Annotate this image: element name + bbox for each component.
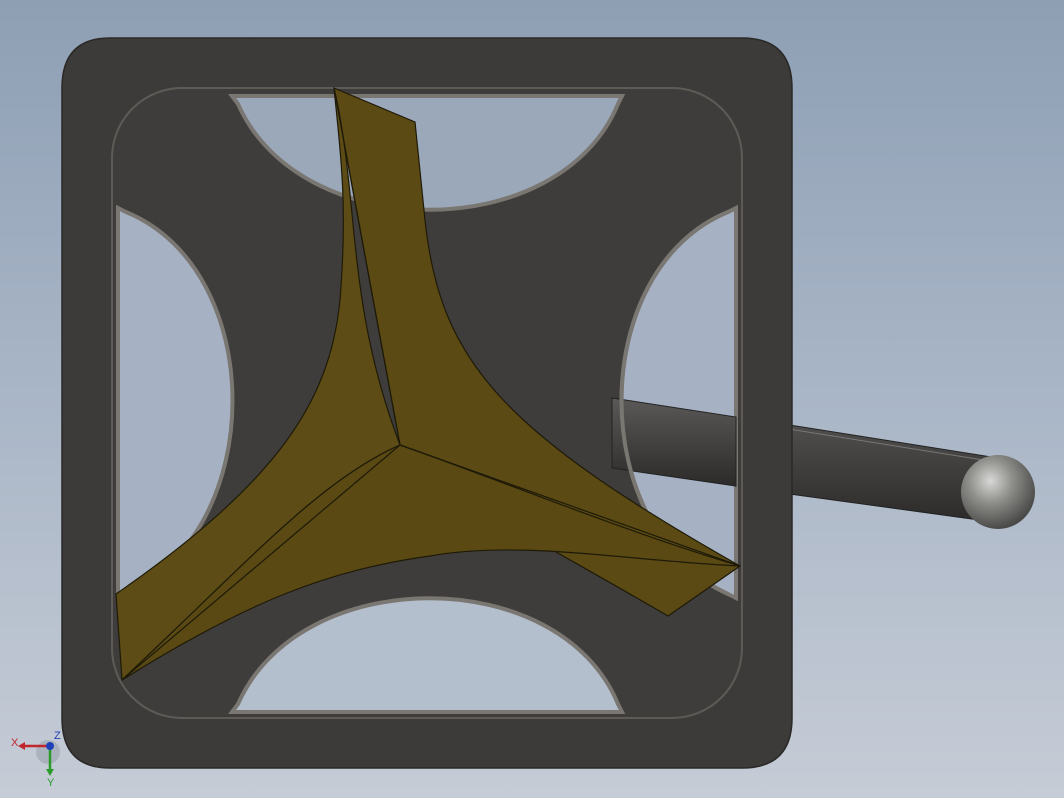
axis-triad: X Y Z (11, 730, 61, 788)
cad-model-view[interactable] (0, 0, 1064, 798)
z-axis-label: Z (54, 730, 61, 742)
rod-end-ball[interactable] (961, 455, 1035, 529)
x-axis-label: X (11, 737, 19, 749)
y-axis-label: Y (47, 777, 55, 788)
z-axis-dot (46, 742, 54, 750)
graphics-viewport[interactable]: X Y Z (0, 0, 1064, 798)
